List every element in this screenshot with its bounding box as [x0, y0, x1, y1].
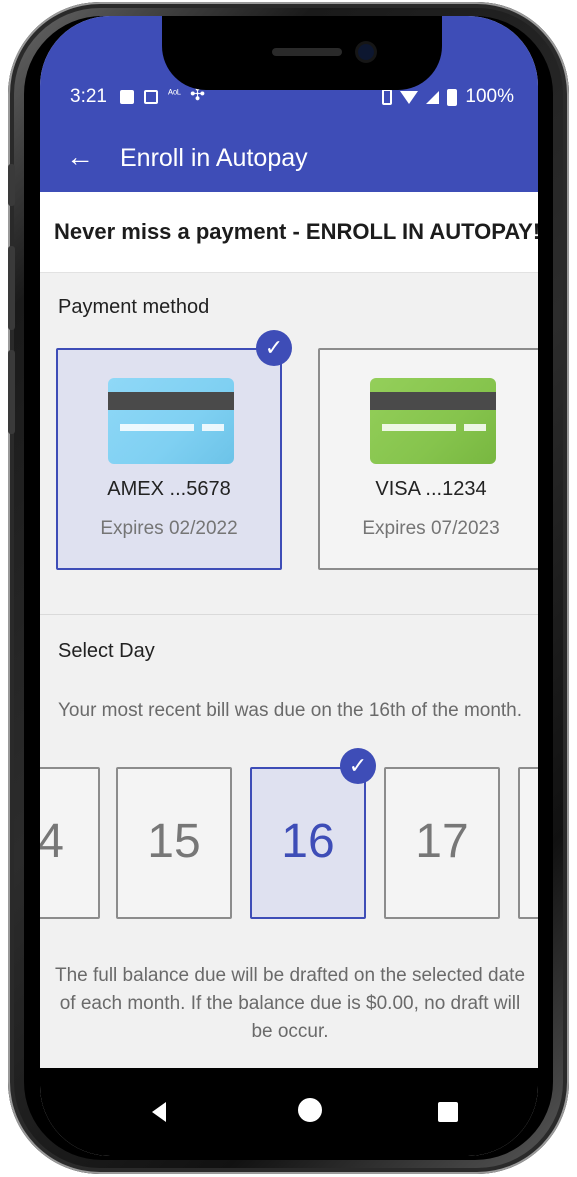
day-number: 17: [415, 815, 469, 868]
card-name: VISA ...1234: [375, 478, 487, 500]
home-circle-icon[interactable]: [298, 1098, 322, 1122]
day-tile-18[interactable]: 1: [518, 767, 538, 919]
card-name: AMEX ...5678: [107, 478, 231, 500]
checkmark-icon: ✓: [256, 330, 292, 366]
speaker: [272, 48, 342, 56]
draft-note: The full balance due will be drafted on …: [54, 965, 526, 1042]
battery-icon: [447, 88, 458, 106]
wifi-icon: [400, 90, 419, 104]
card-expiry: Expires 07/2023: [362, 518, 500, 539]
status-time: 3:21: [70, 86, 107, 107]
arrow-left-icon[interactable]: ←: [66, 142, 94, 172]
facebook-notification-icon: [144, 90, 158, 104]
recent-square-icon[interactable]: [438, 1102, 458, 1122]
notch: [162, 16, 442, 90]
select-day-label: Select Day: [58, 640, 155, 662]
image-notification-icon: [120, 90, 134, 104]
recent-bill-note: Your most recent bill was due on the 16t…: [58, 700, 523, 721]
back-triangle-icon[interactable]: [152, 1102, 166, 1122]
credit-card-icon: [370, 378, 496, 464]
navigation-bar: [40, 1068, 538, 1156]
day-number: 16: [281, 815, 335, 868]
day-number: 15: [147, 815, 201, 868]
battery-percent: 100%: [465, 86, 514, 107]
day-tile-14[interactable]: 4: [40, 767, 100, 919]
payment-method-label: Payment method: [58, 296, 210, 318]
day-tile-15[interactable]: 15: [116, 767, 232, 919]
card-expiry: Expires 02/2022: [100, 518, 238, 539]
screen: 3:21 ᴬᵒᴸ ✣ 100% ← Enroll in Autopay Neve…: [40, 16, 538, 1156]
payment-card-amex[interactable]: AMEX ...5678 Expires 02/2022: [56, 348, 282, 570]
checkmark-icon: ✓: [340, 748, 376, 784]
day-number: 4: [40, 815, 64, 868]
front-camera: [358, 44, 374, 60]
headline: Never miss a payment - ENROLL IN AUTOPAY…: [54, 219, 538, 244]
divider: [40, 614, 538, 615]
volume-up-button: [8, 246, 15, 330]
vibrate-icon: [382, 89, 393, 105]
content: Never miss a payment - ENROLL IN AUTOPAY…: [40, 192, 538, 1156]
volume-down-button: [8, 350, 15, 434]
aol-notification-icon: ᴬᵒᴸ: [168, 88, 182, 100]
mute-switch: [8, 164, 15, 206]
page-title: Enroll in Autopay: [120, 144, 308, 172]
day-tile-16[interactable]: 16: [250, 767, 366, 919]
app-bar: ← Enroll in Autopay: [40, 128, 538, 192]
day-tile-17[interactable]: 17: [384, 767, 500, 919]
payment-card-visa[interactable]: VISA ...1234 Expires 07/2023: [318, 348, 538, 570]
headline-band: Never miss a payment - ENROLL IN AUTOPAY…: [40, 192, 538, 273]
credit-card-icon: [108, 378, 234, 464]
signal-icon: [426, 90, 440, 104]
